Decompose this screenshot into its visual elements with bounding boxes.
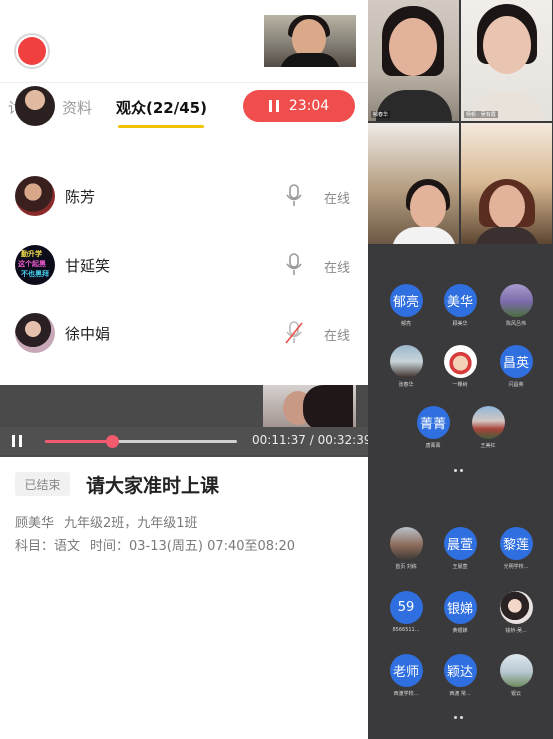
- avatar: [499, 591, 533, 624]
- participant-label: 黄银娣: [452, 628, 468, 634]
- classroom-panel: 讨论 资料 观众(22/45) 23:04 陈芳 在线 勤升学 这个起黑: [0, 0, 368, 739]
- participant-label: 张春华: [398, 382, 414, 388]
- list-item[interactable]: 徐中娟 在线: [0, 313, 368, 381]
- teacher-name: 顾美华: [15, 516, 55, 531]
- participant[interactable]: 银娣 黄银娣: [430, 591, 490, 634]
- list-item[interactable]: 勤升学 这个起黑 不也黑拜 甘延笑 在线: [0, 245, 368, 313]
- participant[interactable]: 黎莲 光明学校...: [486, 527, 546, 570]
- participant-label: 陈风吕伟: [505, 321, 526, 327]
- progress-handle[interactable]: [106, 435, 120, 448]
- avatar: [499, 654, 533, 687]
- avatar: 昌英: [499, 345, 533, 378]
- avatar: [15, 176, 55, 216]
- participant-label: 郁亮: [400, 321, 411, 327]
- video-tile[interactable]: [368, 123, 459, 244]
- list-item[interactable]: [0, 86, 368, 140]
- schedule-time: 时间：03-13(周五) 07:40至08:20: [90, 539, 295, 554]
- avatar: [499, 284, 533, 317]
- participant[interactable]: 菁菁 唐菁菁: [403, 406, 463, 449]
- participant-label: 闪昌英: [508, 382, 524, 388]
- participant[interactable]: 银云: [486, 654, 546, 697]
- participant-label: 钱桥-吴...: [505, 628, 527, 634]
- playback-time: 00:11:37 / 00:32:39: [252, 433, 368, 447]
- participant[interactable]: 郁亮 郁亮: [376, 284, 436, 327]
- record-button[interactable]: [14, 33, 50, 69]
- participant[interactable]: 首页 刘栋: [376, 527, 436, 570]
- avatar: 银娣: [443, 591, 477, 624]
- microphone-icon[interactable]: [285, 184, 303, 208]
- participant[interactable]: 陈风吕伟: [486, 284, 546, 327]
- course-teacher-classes: 顾美华 九年级2班，九年级1班: [15, 512, 198, 531]
- avatar: 老师: [389, 654, 423, 687]
- participant-label: 首页 刘栋: [395, 564, 417, 570]
- audience-name: 甘延笑: [65, 257, 111, 275]
- class-list: 九年级2班，九年级1班: [64, 516, 198, 531]
- subject: 科目：语文: [15, 539, 81, 554]
- microphone-icon[interactable]: [285, 253, 303, 277]
- video-tile[interactable]: 郁春华: [368, 0, 459, 121]
- participant-label: 西渡 常...: [449, 691, 471, 697]
- avatar: [443, 345, 477, 378]
- avatar: 黎莲: [499, 527, 533, 560]
- online-status: 在线: [324, 329, 351, 344]
- avatar: [15, 86, 55, 126]
- participant[interactable]: 美华 顾美华: [430, 284, 490, 327]
- progress-fill: [45, 440, 113, 443]
- participant[interactable]: 张春华: [376, 345, 436, 388]
- avatar: 勤升学 这个起黑 不也黑拜: [15, 245, 55, 285]
- video-tile-label: 郁春华: [371, 111, 391, 118]
- page-indicator[interactable]: [454, 457, 468, 472]
- avatar: 菁菁: [416, 406, 450, 439]
- avatar: [15, 313, 55, 353]
- participant[interactable]: 老师 西渡学校...: [376, 654, 436, 697]
- video-tile[interactable]: [461, 123, 552, 244]
- participant[interactable]: 昌英 闪昌英: [486, 345, 546, 388]
- participant[interactable]: 一棵树: [430, 345, 490, 388]
- participant-label: 一棵树: [452, 382, 468, 388]
- participant-label: 8566511...: [392, 627, 420, 633]
- audience-list: 陈芳 在线 勤升学 这个起黑 不也黑拜 甘延笑 在线 徐中娟 在线: [0, 86, 368, 368]
- page-indicator[interactable]: [454, 704, 468, 719]
- avatar: [389, 345, 423, 378]
- avatar: 郁亮: [389, 284, 423, 317]
- video-tile-label: 杨帆 · 吴有霞: [464, 111, 498, 118]
- participant-label: 顾美华: [452, 321, 468, 327]
- avatar: 59: [389, 591, 423, 624]
- player-controls: 00:11:37 / 00:32:39: [0, 427, 368, 455]
- video-tile[interactable]: 杨帆 · 吴有霞: [461, 0, 552, 121]
- participant[interactable]: 晨萱 王晨萱: [430, 527, 490, 570]
- audience-name: 徐中娟: [65, 325, 111, 343]
- avatar: [389, 527, 423, 560]
- avatar: 晨萱: [443, 527, 477, 560]
- participant[interactable]: 颖达 西渡 常...: [430, 654, 490, 697]
- teacher-camera-preview[interactable]: [264, 15, 356, 67]
- record-icon: [18, 37, 46, 65]
- pause-icon[interactable]: [12, 435, 22, 447]
- course-subject-time: 科目：语文 时间：03-13(周五) 07:40至08:20: [15, 535, 295, 554]
- audience-name: 陈芳: [65, 188, 96, 206]
- progress-bar[interactable]: [45, 435, 237, 448]
- meeting-panel: 郁春华 杨帆 · 吴有霞 郁亮 郁亮 美华 顾美华 陈风吕伟 张春华 一棵树 昌…: [368, 0, 553, 739]
- online-status: 在线: [324, 192, 351, 207]
- online-status: 在线: [324, 261, 351, 276]
- participant-label: 光明学校...: [503, 564, 529, 570]
- avatar: 美华: [443, 284, 477, 317]
- participant-label: 银云: [510, 691, 521, 697]
- status-badge: 已结束: [15, 472, 70, 496]
- avatar: [471, 406, 505, 439]
- participant-label: 西渡学校...: [393, 691, 419, 697]
- participant-label: 王美红: [480, 443, 496, 449]
- avatar: 颖达: [443, 654, 477, 687]
- microphone-muted-icon[interactable]: [285, 321, 303, 345]
- video-thumbnail: [263, 385, 356, 431]
- participant[interactable]: 钱桥-吴...: [486, 591, 546, 634]
- list-item[interactable]: 陈芳 在线: [0, 176, 368, 244]
- participant-label: 王晨萱: [452, 564, 468, 570]
- course-title: 请大家准时上课: [86, 475, 220, 497]
- participant[interactable]: 王美红: [458, 406, 518, 449]
- participant-label: 唐菁菁: [425, 443, 441, 449]
- participant[interactable]: 59 8566511...: [376, 591, 436, 634]
